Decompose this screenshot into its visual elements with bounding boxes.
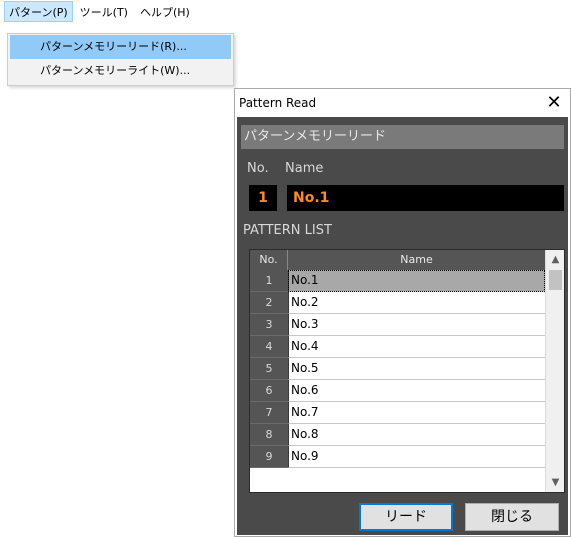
menu-help[interactable]: ヘルプ(H) bbox=[135, 1, 195, 22]
dialog-title: Pattern Read bbox=[239, 96, 317, 110]
row-name: No.2 bbox=[288, 292, 545, 314]
close-icon[interactable]: ✕ bbox=[544, 94, 564, 112]
list-row[interactable]: 1 No.1 bbox=[250, 270, 545, 292]
row-name: No.3 bbox=[288, 314, 545, 336]
current-no-display: 1 bbox=[249, 185, 277, 211]
list-rows: 1 No.1 2 No.2 3 No.3 4 No.4 5 No.5 6 No.… bbox=[250, 270, 545, 468]
list-row[interactable]: 4 No.4 bbox=[250, 336, 545, 358]
no-label: No. bbox=[247, 161, 269, 176]
row-name: No.5 bbox=[288, 358, 545, 380]
row-no: 9 bbox=[250, 446, 288, 468]
menu-item-pattern-memory-write[interactable]: パターンメモリーライト(W)... bbox=[10, 59, 231, 83]
list-scrollbar[interactable]: ▲ ▼ bbox=[545, 250, 564, 492]
row-no: 2 bbox=[250, 292, 288, 314]
menu-tools[interactable]: ツール(T) bbox=[75, 1, 133, 22]
menu-bar: パターン(P) ツール(T) ヘルプ(H) bbox=[0, 0, 240, 22]
current-name-display: No.1 bbox=[287, 185, 564, 211]
row-name: No.4 bbox=[288, 336, 545, 358]
row-no: 6 bbox=[250, 380, 288, 402]
row-no: 7 bbox=[250, 402, 288, 424]
row-no: 8 bbox=[250, 424, 288, 446]
column-header-no[interactable]: No. bbox=[250, 250, 288, 270]
list-row[interactable]: 2 No.2 bbox=[250, 292, 545, 314]
pattern-list: No. Name 1 No.1 2 No.2 3 No.3 4 No.4 5 N… bbox=[249, 249, 565, 493]
list-row[interactable]: 5 No.5 bbox=[250, 358, 545, 380]
scroll-up-icon[interactable]: ▲ bbox=[546, 251, 565, 268]
name-label: Name bbox=[285, 161, 324, 176]
list-header: No. Name bbox=[250, 250, 545, 270]
row-no: 3 bbox=[250, 314, 288, 336]
pattern-dropdown-menu: パターンメモリーリード(R)... パターンメモリーライト(W)... bbox=[7, 33, 234, 86]
row-name: No.6 bbox=[288, 380, 545, 402]
close-button[interactable]: 閉じる bbox=[465, 503, 559, 531]
column-header-name[interactable]: Name bbox=[288, 250, 545, 270]
row-name: No.1 bbox=[288, 270, 545, 292]
row-no: 1 bbox=[250, 270, 288, 292]
dialog-titlebar: Pattern Read ✕ bbox=[235, 89, 570, 117]
menu-pattern[interactable]: パターン(P) bbox=[4, 0, 73, 22]
dialog-header: パターンメモリーリード bbox=[241, 125, 564, 149]
pattern-read-dialog: Pattern Read ✕ パターンメモリーリード No. Name 1 No… bbox=[234, 88, 571, 537]
pattern-list-label: PATTERN LIST bbox=[243, 223, 332, 238]
list-row[interactable]: 9 No.9 bbox=[250, 446, 545, 468]
scrollbar-thumb[interactable] bbox=[549, 270, 562, 290]
row-no: 5 bbox=[250, 358, 288, 380]
list-row[interactable]: 6 No.6 bbox=[250, 380, 545, 402]
list-row[interactable]: 8 No.8 bbox=[250, 424, 545, 446]
row-name: No.9 bbox=[288, 446, 545, 468]
read-button[interactable]: リード bbox=[359, 503, 453, 531]
menu-item-pattern-memory-read[interactable]: パターンメモリーリード(R)... bbox=[10, 35, 231, 59]
row-name: No.8 bbox=[288, 424, 545, 446]
row-no: 4 bbox=[250, 336, 288, 358]
list-row[interactable]: 7 No.7 bbox=[250, 402, 545, 424]
row-name: No.7 bbox=[288, 402, 545, 424]
scroll-down-icon[interactable]: ▼ bbox=[546, 474, 565, 491]
dialog-panel: パターンメモリーリード No. Name 1 No.1 PATTERN LIST… bbox=[237, 117, 568, 535]
list-row[interactable]: 3 No.3 bbox=[250, 314, 545, 336]
